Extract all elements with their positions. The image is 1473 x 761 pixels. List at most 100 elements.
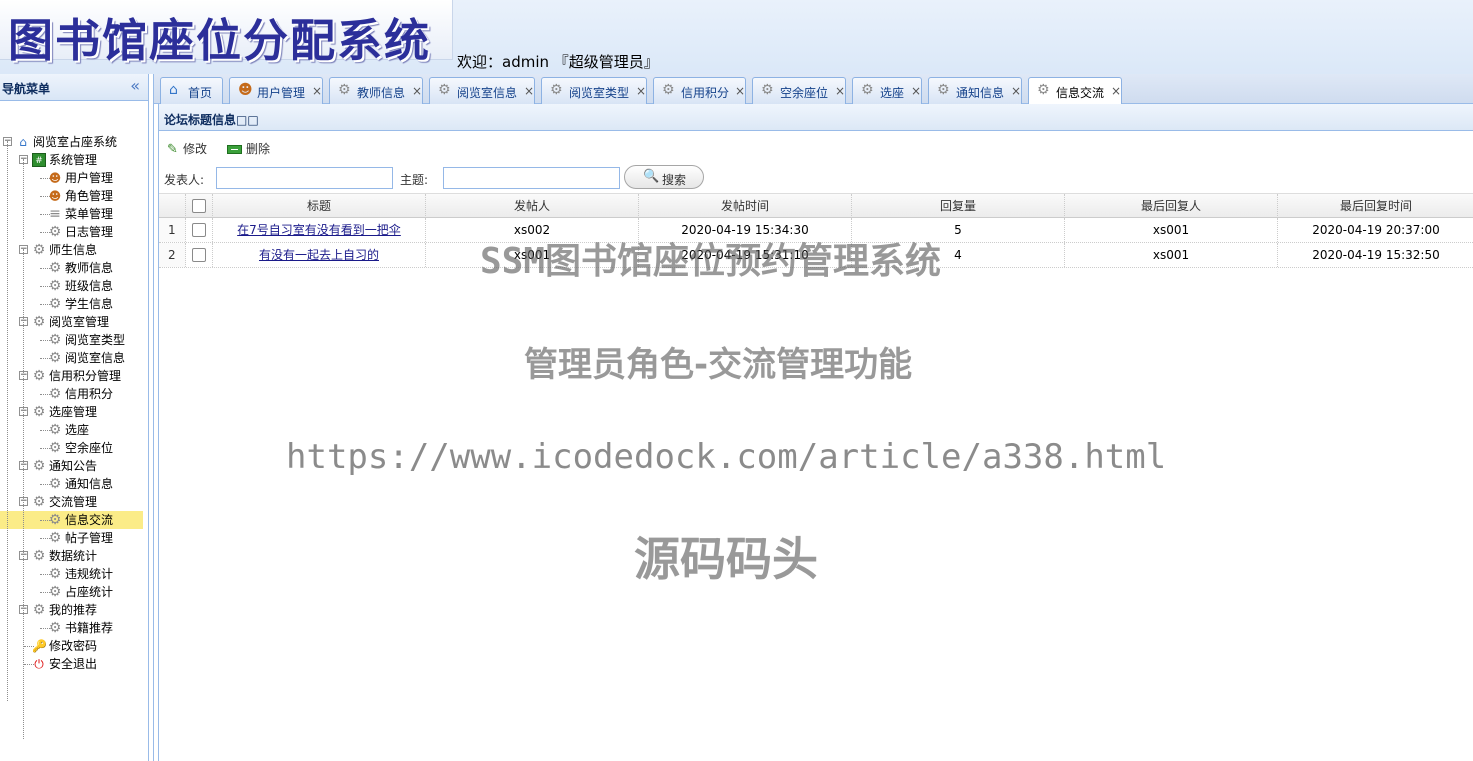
sidebar-item-label: 通知信息 <box>65 477 114 491</box>
sidebar-item-5[interactable]: ⚙ 日志管理 <box>0 223 143 241</box>
tab-0[interactable]: ⌂ 首页 <box>160 77 223 104</box>
close-icon[interactable]: × <box>412 84 422 98</box>
watermark-title: SSM图书馆座位预约管理系统 <box>480 241 942 282</box>
sidebar-item-15[interactable]: − ⚙ 选座管理 <box>0 403 143 421</box>
gear-icon: ⚙ <box>48 584 62 600</box>
poster-input[interactable] <box>216 167 393 189</box>
sidebar-item-8[interactable]: ⚙ 班级信息 <box>0 277 143 295</box>
tab-5[interactable]: ⚙ 信用积分 × <box>653 77 746 104</box>
sidebar-item-29[interactable]: ⏻ 安全退出 <box>0 655 143 673</box>
sidebar-item-3[interactable]: ☻ 角色管理 <box>0 187 143 205</box>
logo-text: 图书馆座位分配系统 <box>8 14 432 67</box>
sidebar-item-27[interactable]: ⚙ 书籍推荐 <box>0 619 143 637</box>
sidebar-item-17[interactable]: ⚙ 空余座位 <box>0 439 143 457</box>
tab-4[interactable]: ⚙ 阅览室类型 × <box>541 77 647 104</box>
close-icon[interactable]: × <box>911 84 921 98</box>
watermark-url: https://www.icodedock.com/article/a338.h… <box>286 437 1167 477</box>
sidebar-item-10[interactable]: − ⚙ 阅览室管理 <box>0 313 143 331</box>
gear-icon: ⚙ <box>48 422 62 438</box>
sidebar-item-label: 角色管理 <box>65 189 114 203</box>
tab-6[interactable]: ⚙ 空余座位 × <box>752 77 846 104</box>
welcome-text: 欢迎：admin 『超级管理员』 <box>457 53 659 71</box>
row-checkbox[interactable] <box>192 247 206 262</box>
sidebar-item-25[interactable]: ⚙ 占座统计 <box>0 583 143 601</box>
nav-title: 导航菜单 <box>2 82 51 96</box>
tab-8[interactable]: ⚙ 通知信息 × <box>928 77 1022 104</box>
close-icon[interactable]: × <box>636 84 646 98</box>
sidebar-item-label: 教师信息 <box>65 261 114 275</box>
column-header[interactable]: 发帖时间 <box>639 194 852 218</box>
sidebar-item-11[interactable]: ⚙ 阅览室类型 <box>0 331 143 349</box>
tree-guide-line <box>7 141 8 701</box>
sidebar-item-23[interactable]: − ⚙ 数据统计 <box>0 547 143 565</box>
edit-button[interactable]: ✎ 修改 <box>167 139 207 159</box>
delete-button[interactable]: 删除 <box>227 139 270 159</box>
close-icon[interactable]: × <box>312 84 322 98</box>
sidebar-item-22[interactable]: ⚙ 帖子管理 <box>0 529 143 547</box>
sidebar-item-2[interactable]: ☻ 用户管理 <box>0 169 143 187</box>
tab-7[interactable]: ⚙ 选座 × <box>852 77 922 104</box>
tab-1[interactable]: ☻ 用户管理 × <box>229 77 323 104</box>
column-header[interactable]: 标题 <box>213 194 426 218</box>
cell-title: 在7号自习室有没有看到一把伞 <box>213 218 426 242</box>
sidebar-item-1[interactable]: − # 系统管理 <box>0 151 143 169</box>
select-all-checkbox[interactable] <box>192 198 206 213</box>
gear-icon: ⚙ <box>48 476 62 492</box>
gear-icon: ⚙ <box>937 82 950 98</box>
panel-title: 论坛标题信息□□ <box>164 113 259 127</box>
sidebar-item-24[interactable]: ⚙ 违规统计 <box>0 565 143 583</box>
tab-2[interactable]: ⚙ 教师信息 × <box>329 77 423 104</box>
sidebar-item-28[interactable]: 🔑 修改密码 <box>0 637 143 655</box>
sidebar-item-9[interactable]: ⚙ 学生信息 <box>0 295 143 313</box>
app-header: 图书馆座位分配系统 欢迎：admin 『超级管理员』 <box>0 0 1473 74</box>
close-icon[interactable]: × <box>1011 84 1021 98</box>
sidebar-item-4[interactable]: ≡ 菜单管理 <box>0 205 143 223</box>
sidebar-item-16[interactable]: ⚙ 选座 <box>0 421 143 439</box>
row-number: 1 <box>159 218 186 242</box>
sidebar-item-0[interactable]: − ⌂ 阅览室占座系统 <box>0 133 143 151</box>
gear-icon: ⚙ <box>32 404 46 420</box>
gear-icon: ⚙ <box>48 260 62 276</box>
close-icon[interactable]: × <box>524 84 534 98</box>
gear-icon: ⚙ <box>338 82 351 98</box>
sidebar-item-label: 空余座位 <box>65 441 114 455</box>
sidebar-item-14[interactable]: ⚙ 信用积分 <box>0 385 143 403</box>
sidebar-item-20[interactable]: − ⚙ 交流管理 <box>0 493 143 511</box>
sidebar-item-13[interactable]: − ⚙ 信用积分管理 <box>0 367 143 385</box>
column-header[interactable]: 发帖人 <box>426 194 639 218</box>
column-header[interactable]: 最后回复人 <box>1065 194 1278 218</box>
close-icon[interactable]: × <box>835 84 845 98</box>
cell-last-reply-time: 2020-04-19 15:32:50 <box>1278 243 1473 267</box>
collapse-icon[interactable]: « <box>130 76 140 95</box>
edit-label: 修改 <box>183 142 208 156</box>
sidebar-item-label: 违规统计 <box>65 567 114 581</box>
sidebar-item-7[interactable]: ⚙ 教师信息 <box>0 259 143 277</box>
sidebar-item-26[interactable]: − ⚙ 我的推荐 <box>0 601 143 619</box>
column-header[interactable]: 最后回复时间 <box>1278 194 1473 218</box>
sidebar-item-12[interactable]: ⚙ 阅览室信息 <box>0 349 143 367</box>
subject-input[interactable] <box>443 167 620 189</box>
tab-label: 阅览室信息 <box>457 86 518 100</box>
sidebar-item-label: 占座统计 <box>65 585 114 599</box>
post-title-link[interactable]: 在7号自习室有没有看到一把伞 <box>237 223 401 237</box>
tab-3[interactable]: ⚙ 阅览室信息 × <box>429 77 535 104</box>
sidebar-item-21[interactable]: ⚙ 信息交流 <box>0 511 143 529</box>
nav-header: 导航菜单 « <box>0 74 148 101</box>
sidebar-item-19[interactable]: ⚙ 通知信息 <box>0 475 143 493</box>
gear-icon: ⚙ <box>550 82 563 98</box>
gear-icon: ⚙ <box>48 386 62 402</box>
sidebar-item-18[interactable]: − ⚙ 通知公告 <box>0 457 143 475</box>
search-button[interactable]: 🔍 搜索 <box>624 165 704 189</box>
gear-icon: ⚙ <box>32 494 46 510</box>
row-checkbox[interactable] <box>192 222 206 237</box>
post-title-link[interactable]: 有没有一起去上自习的 <box>259 248 379 262</box>
close-icon[interactable]: × <box>1111 84 1121 98</box>
main-area: ⌂ 首页 ☻ 用户管理 × ⚙ 教师信息 × ⚙ 阅览室信息 × ⚙ 阅览室类型 × ⚙ 信用积分 × ⚙ 空余座位… <box>153 74 1473 761</box>
column-header[interactable]: 回复量 <box>852 194 1065 218</box>
sidebar-item-6[interactable]: − ⚙ 师生信息 <box>0 241 143 259</box>
close-icon[interactable]: × <box>735 84 745 98</box>
key-icon: 🔑 <box>32 639 47 653</box>
tab-9[interactable]: ⚙ 信息交流 × <box>1028 77 1122 105</box>
search-button-label: 搜索 <box>662 173 687 187</box>
grid-header: 标题 发帖人 发帖时间 回复量 最后回复人 最后回复时间 <box>159 193 1473 218</box>
